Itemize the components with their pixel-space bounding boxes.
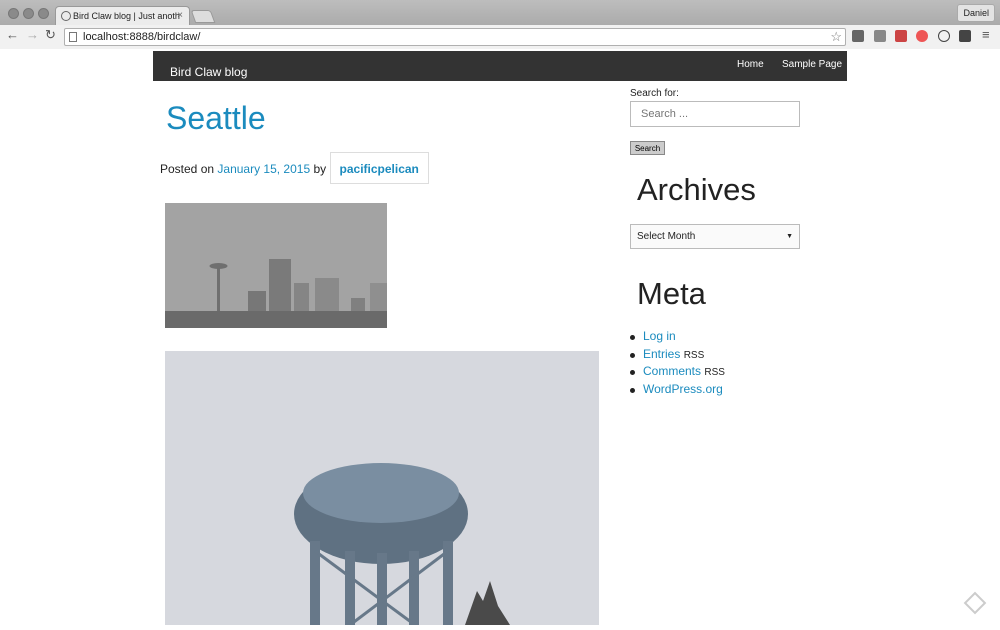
site-title[interactable]: Bird Claw blog (170, 65, 247, 79)
menu-item-home[interactable]: Home (737, 59, 764, 70)
site-header: Bird Claw blog Home Sample Page (153, 51, 847, 81)
post-date-link[interactable]: January 15, 2015 (217, 162, 310, 176)
by-label: by (313, 162, 327, 176)
archives-dropdown[interactable]: Select Month ▼ (630, 224, 800, 249)
tab-title: Bird Claw blog | Just anoth (73, 11, 180, 21)
archives-selected-value: Select Month (637, 231, 696, 242)
page-icon (69, 32, 77, 42)
url-text: localhost:8888/birdclaw/ (83, 31, 201, 43)
tab-strip: Bird Claw blog | Just anoth × Daniel (0, 0, 1000, 25)
list-item: Log in (630, 329, 725, 347)
address-bar[interactable]: localhost:8888/birdclaw/ ☆ (64, 28, 846, 46)
posted-on-label: Posted on (160, 162, 215, 176)
entries-rss-link[interactable]: Entries (643, 347, 680, 361)
info-icon[interactable] (938, 30, 950, 42)
list-item: Comments RSS (630, 364, 725, 382)
post-title[interactable]: Seattle (166, 100, 266, 137)
wordpress-icon (61, 11, 71, 21)
browser-chrome: Bird Claw blog | Just anoth × Daniel ← →… (0, 0, 1000, 49)
window-minimize-button[interactable] (23, 8, 34, 19)
search-button[interactable]: Search (630, 141, 665, 155)
bookmark-star-icon[interactable]: ☆ (830, 29, 842, 45)
seattle-skyline-image (165, 203, 387, 328)
new-tab-button[interactable] (190, 10, 216, 23)
rss-label: RSS (683, 349, 705, 361)
stumbleupon-icon[interactable] (916, 30, 928, 42)
reload-icon[interactable]: ↻ (45, 27, 56, 43)
screenshot-icon[interactable] (959, 30, 971, 42)
archives-title: Archives (637, 172, 756, 207)
menu-item-sample-page[interactable]: Sample Page (782, 59, 842, 70)
list-item: WordPress.org (630, 382, 725, 400)
chrome-menu-icon[interactable]: ≡ (982, 27, 990, 42)
window-close-button[interactable] (8, 8, 19, 19)
search-input[interactable] (630, 101, 800, 127)
corner-widget-icon[interactable] (963, 591, 987, 615)
forward-icon[interactable]: → (26, 27, 39, 42)
browser-toolbar: ← → ↻ localhost:8888/birdclaw/ ☆ ≡ (0, 25, 1000, 49)
search-label: Search for: (630, 88, 679, 99)
post-meta: Posted on January 15, 2015 by pacificpel… (160, 152, 429, 184)
author-link[interactable]: pacificpelican (329, 152, 429, 184)
list-item: Entries RSS (630, 347, 725, 365)
dropdown-arrow-icon: ▼ (786, 233, 793, 240)
back-icon[interactable]: ← (6, 27, 19, 42)
pocket-icon[interactable] (852, 30, 864, 42)
water-tower-image (165, 351, 599, 627)
rss-label: RSS (704, 367, 725, 378)
login-link[interactable]: Log in (643, 329, 676, 343)
window-zoom-button[interactable] (38, 8, 49, 19)
meta-title: Meta (637, 276, 706, 311)
meta-links-list: Log in Entries RSS Comments RSS WordPres… (630, 329, 725, 399)
comments-rss-link[interactable]: Comments (643, 364, 701, 378)
extension-icon[interactable] (874, 30, 886, 42)
wordpress-org-link[interactable]: WordPress.org (643, 382, 723, 396)
gmail-icon[interactable] (895, 30, 907, 42)
close-tab-icon[interactable]: × (177, 7, 183, 25)
browser-tab[interactable]: Bird Claw blog | Just anoth × (55, 6, 190, 25)
profile-button[interactable]: Daniel (957, 4, 995, 22)
